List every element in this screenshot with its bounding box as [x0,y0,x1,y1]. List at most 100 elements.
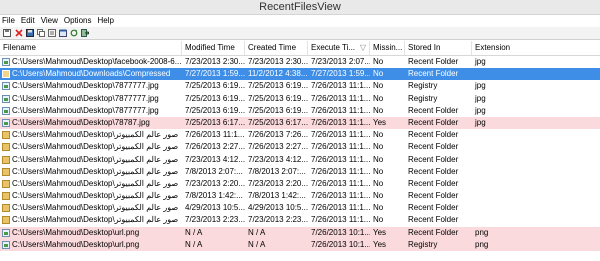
modified-time-cell-text: N / A [185,239,203,249]
extension-cell: jpg [472,117,600,129]
copy-icon[interactable] [37,29,45,37]
stored-in-cell-text: Recent Folder [408,178,459,188]
filename-cell: C:\Users\Mahmoud\Desktop\صور عالم الكمبي… [0,141,182,153]
column-header-modified-time[interactable]: Modified Time [182,41,245,55]
column-header-stored-in[interactable]: Stored In [405,41,472,55]
filename-cell: C:\Users\Mahmoud\Desktop\7877777.jpg [0,93,182,105]
filename-cell: C:\Users\Mahmoud\Desktop\صور عالم الكمبي… [0,214,182,226]
table-row[interactable]: C:\Users\Mahmoud\Desktop\صور عالم الكمبي… [0,214,600,226]
missing-cell-text: No [373,57,384,66]
execute-time-cell-text: 7/26/2013 11:1... [311,203,370,213]
save-selected-icon[interactable] [26,29,34,37]
table-row[interactable]: C:\Users\Mahmoud\Desktop\صور عالم الكمبي… [0,129,600,141]
filename-cell-text: C:\Users\Mahmoud\Desktop\صور عالم الكمبي… [12,178,179,188]
missing-cell-text: Yes [373,117,387,127]
menu-options[interactable]: Options [61,15,95,27]
execute-time-cell-text: 7/26/2013 11:1... [311,93,370,103]
stored-in-cell-text: Recent Folder [408,57,459,66]
filename-cell-text: C:\Users\Mahmoud\Desktop\صور عالم الكمبي… [12,142,179,152]
execute-time-cell-text: 7/26/2013 11:1... [311,105,370,115]
extension-cell [472,214,600,226]
column-header-missing[interactable]: Missin... [370,41,405,55]
missing-cell: No [370,178,405,190]
stored-in-cell-text: Recent Folder [408,227,459,237]
extension-cell-text: jpg [475,57,486,66]
menu-edit[interactable]: Edit [18,15,38,27]
missing-cell-text: No [373,81,384,91]
execute-time-cell: 7/26/2013 11:1... [308,154,370,166]
table-row[interactable]: C:\Users\Mahmoud\Desktop\صور عالم الكمبي… [0,141,600,153]
created-time-cell: 7/25/2013 6:19... [245,93,308,105]
missing-cell: No [370,141,405,153]
table-row[interactable]: C:\Users\Mahmoud\Desktop\7877777.jpg 7/25… [0,80,600,92]
menu-view[interactable]: View [38,15,61,27]
missing-cell-text: No [373,178,384,188]
modified-time-cell-text: 7/25/2013 6:17... [185,117,245,127]
column-header-execute-time[interactable]: Execute Ti... ▽ [308,41,370,55]
menu-help[interactable]: Help [94,15,116,27]
table-row[interactable]: C:\Users\Mahmoud\Desktop\facebook-2008-6… [0,56,600,68]
save-icon[interactable] [3,29,11,37]
table-row[interactable]: C:\Users\Mahmoud\Desktop\صور عالم الكمبي… [0,190,600,202]
column-header-created-time[interactable]: Created Time [245,41,308,55]
execute-time-cell: 7/26/2013 10:1... [308,239,370,251]
filename-cell-text: C:\Users\Mahmoud\Desktop\78787.jpg [12,117,150,127]
extension-cell: jpg [472,93,600,105]
extension-cell-text: jpg [475,93,486,103]
column-header-extension[interactable]: Extension [472,41,600,55]
table-row[interactable]: C:\Users\Mahmoud\Desktop\url.png N / A N /… [0,238,600,251]
stored-in-cell: Recent Folder [405,56,472,68]
modified-time-cell: 7/27/2013 1:59... [182,68,245,80]
filename-cell: C:\Users\Mahmoud\Desktop\صور عالم الكمبي… [0,129,182,141]
table-row[interactable]: C:\Users\Mahmoud\Desktop\صور عالم الكمبي… [0,178,600,190]
created-time-cell: 7/25/2013 6:19... [245,80,308,92]
refresh-icon[interactable] [70,29,78,37]
execute-time-cell-text: 7/26/2013 10:1... [311,239,370,249]
table-row[interactable]: C:\Users\Mahmoud\Desktop\7877777.jpg 7/25… [0,105,600,117]
modified-time-cell-text: 7/23/2013 2:23... [185,215,245,225]
table-row[interactable]: C:\Users\Mahmoud\Desktop\صور عالم الكمبي… [0,154,600,166]
table-row[interactable]: C:\Users\Mahmoud\Desktop\url.png N / A N /… [0,226,600,239]
modified-time-cell-text: 7/25/2013 6:19... [185,81,245,91]
modified-time-cell: 7/26/2013 11:1... [182,129,245,141]
modified-time-cell: 7/25/2013 6:19... [182,80,245,92]
execute-time-cell-text: 7/26/2013 11:1... [311,130,370,140]
exit-icon[interactable] [81,29,89,37]
modified-time-cell: 7/23/2013 2:23... [182,214,245,226]
menu-file[interactable]: File [0,15,18,27]
filename-cell-text: C:\Users\Mahmoud\Desktop\صور عالم الكمبي… [12,203,179,213]
modified-time-cell-text: 7/27/2013 1:59... [185,69,245,79]
html-report-icon[interactable] [59,29,67,37]
filename-cell-text: C:\Users\Mahmoud\Desktop\facebook-2008-6… [12,57,182,66]
table-row[interactable]: C:\Users\Mahmoud\Downloads\Compressed 7/2… [0,68,600,81]
stored-in-cell: Registry [405,239,472,251]
modified-time-cell-text: N / A [185,227,203,237]
extension-cell [472,141,600,153]
missing-cell: Yes [370,227,405,239]
table-row[interactable]: C:\Users\Mahmoud\Desktop\78787.jpg 7/25/2… [0,116,600,130]
extension-cell [472,154,600,166]
execute-time-cell-text: 7/26/2013 10:1... [311,227,370,237]
created-time-cell-text: 7/23/2013 2:30... [248,57,308,66]
modified-time-cell: 7/25/2013 6:19... [182,93,245,105]
table-row[interactable]: C:\Users\Mahmoud\Desktop\صور عالم الكمبي… [0,166,600,178]
table-row[interactable]: C:\Users\Mahmoud\Desktop\7877777.jpg 7/25… [0,93,600,105]
stored-in-cell: Registry [405,80,472,92]
recent-files-table: Filename Modified Time Created Time Exec… [0,41,600,251]
stored-in-cell: Recent Folder [405,178,472,190]
missing-cell: No [370,129,405,141]
modified-time-cell-text: 7/8/2013 1:42:... [185,191,243,201]
properties-icon[interactable] [48,29,56,37]
extension-cell [472,166,600,178]
stored-in-cell-text: Recent Folder [408,105,459,115]
column-header-filename[interactable]: Filename [0,41,182,55]
execute-time-cell: 7/26/2013 11:1... [308,80,370,92]
missing-cell-text: No [373,93,384,103]
delete-icon[interactable] [15,29,23,37]
modified-time-cell: 7/26/2013 2:27... [182,141,245,153]
table-row[interactable]: C:\Users\Mahmoud\Desktop\صور عالم الكمبي… [0,202,600,214]
execute-time-cell: 7/26/2013 11:1... [308,166,370,178]
execute-time-cell-text: 7/26/2013 11:1... [311,215,370,225]
execute-time-cell: 7/27/2013 1:59... [308,68,370,80]
modified-time-cell-text: 7/23/2013 2:20... [185,178,245,188]
